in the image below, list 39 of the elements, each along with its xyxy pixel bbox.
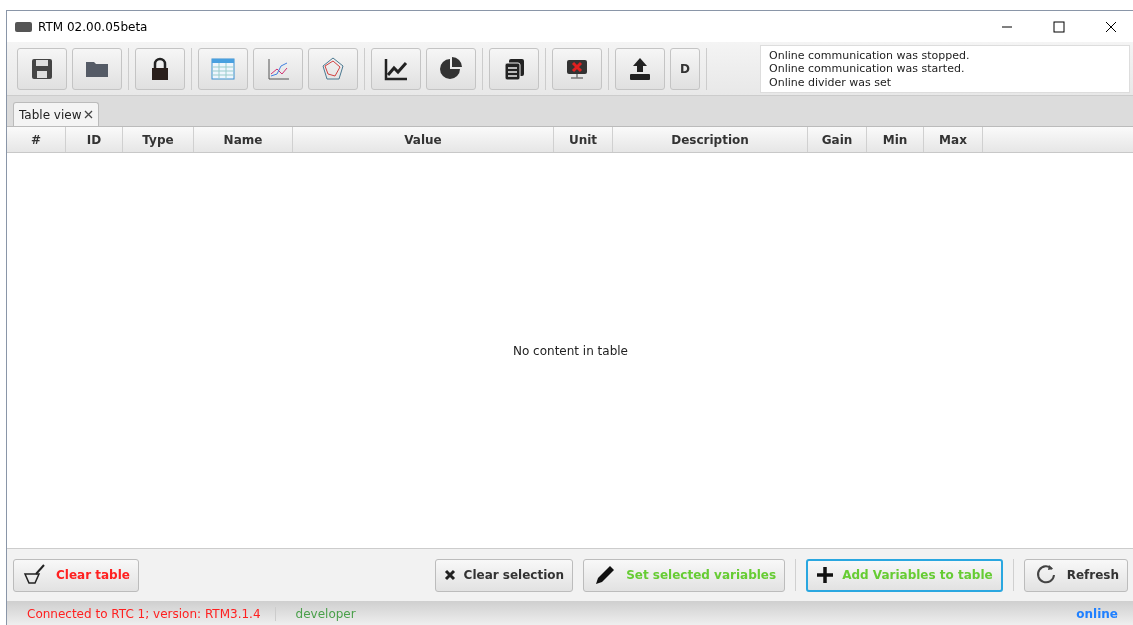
log-line: Online communication was started. [769,62,966,76]
connection-status: Connected to RTC 1; version: RTM3.1.4 [7,606,276,621]
action-button[interactable]: Clear selection [434,558,574,592]
cross-icon [443,569,456,581]
maximize-icon [1053,20,1065,33]
user-role: developer [294,606,357,621]
column-header[interactable]: Description [613,127,808,152]
close-icon [1105,20,1117,33]
column-header[interactable]: Unit [554,127,613,152]
toolbar-button[interactable] [72,47,122,90]
column-header[interactable]: Gain [808,127,867,152]
column-header[interactable]: Max [924,127,983,152]
plus-icon [816,566,835,584]
column-header[interactable]: Value [293,127,554,152]
app-icon [15,21,32,32]
column-header[interactable]: # [7,127,66,152]
pie-chart-icon [438,55,464,82]
toolbar-button[interactable] [17,47,67,90]
toolbar-button[interactable]: D [670,47,700,90]
window-title: RTM 02.00.05beta [38,19,149,34]
close-icon[interactable] [84,110,94,119]
action-button[interactable]: Refresh [1023,558,1128,592]
online-status: online [1075,606,1119,621]
column-header[interactable]: ID [66,127,123,152]
log-line: Online communication was stopped. [769,48,971,62]
radar-chart-icon [320,55,346,82]
toolbar-button[interactable] [135,47,185,90]
column-header[interactable]: Type [123,127,194,152]
toolbar-button[interactable] [489,47,539,90]
empty-message: No content in table [512,343,628,358]
log-line: Online divider was set [769,75,893,89]
toolbar-button[interactable] [552,47,602,90]
table-icon [210,55,236,82]
tab[interactable]: Table view [13,102,100,126]
column-header[interactable]: Name [194,127,293,152]
column-header[interactable]: Min [867,127,924,152]
toolbar-button[interactable] [615,47,665,90]
toolbar-button[interactable] [426,47,476,90]
toolbar-button[interactable] [371,47,421,90]
